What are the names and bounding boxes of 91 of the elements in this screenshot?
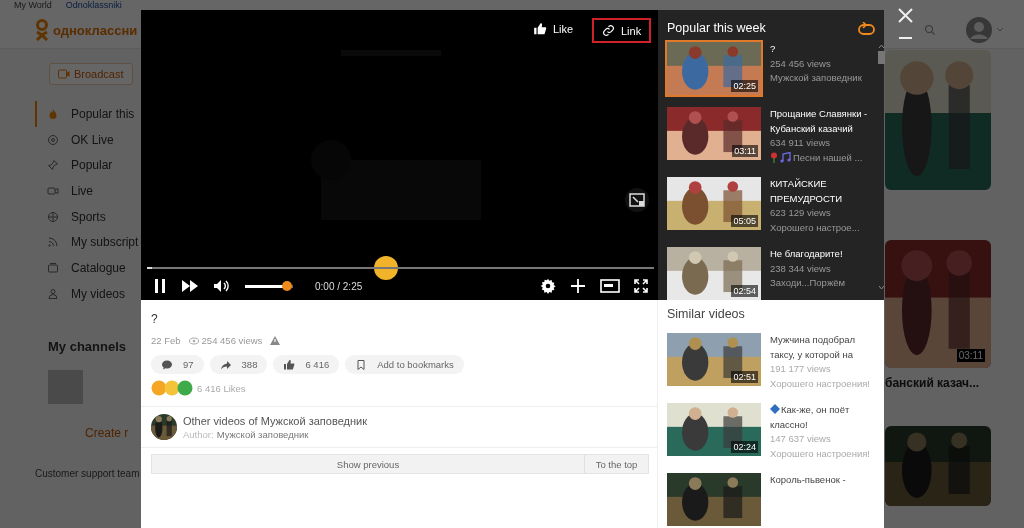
author-name[interactable]: Мужской заповедник — [216, 428, 309, 440]
duration-label: 02:25 — [731, 80, 758, 92]
video-title: ? — [151, 312, 159, 326]
sidebar-item[interactable]: OK Live — [35, 126, 114, 153]
link-button[interactable]: Link — [592, 18, 652, 43]
mini-player-icon[interactable] — [625, 188, 649, 212]
reactions-icon — [151, 380, 193, 396]
duration-label: 02:24 — [731, 441, 758, 453]
live-icon — [47, 133, 59, 146]
share-icon — [219, 358, 232, 371]
video-title[interactable]: Как-же, он поёт классно! — [770, 403, 878, 432]
sidebar-item[interactable]: Catalogue — [35, 255, 126, 281]
pause-button[interactable] — [153, 278, 167, 294]
view-count: 191 177 views — [770, 362, 832, 376]
sidebar-item[interactable]: My subscript — [35, 229, 139, 256]
theater-mode-button[interactable] — [600, 279, 620, 293]
share-button[interactable]: 388 — [209, 355, 268, 374]
flame-icon — [47, 107, 59, 120]
add-button[interactable] — [570, 278, 586, 294]
view-count: 254 456 views — [201, 335, 263, 346]
like-button[interactable]: 6 416 — [273, 355, 340, 374]
bookmark-button[interactable]: Add to bookmarks — [345, 355, 464, 374]
panel-title: Popular this week — [667, 21, 766, 35]
support-link[interactable]: Customer support team — [35, 467, 139, 479]
warning-icon[interactable] — [270, 336, 281, 345]
other-videos-link[interactable]: Other videos of Мужской заповедник — [183, 414, 367, 427]
rose-icon — [770, 152, 778, 164]
logo-icon — [35, 19, 49, 41]
duration-label: 02:51 — [731, 371, 758, 383]
video-title[interactable]: КИТАЙСКИЕ ПРЕМУДРОСТИ — [770, 177, 878, 206]
sidebar-item[interactable]: My videos — [35, 280, 126, 307]
link-icon — [602, 24, 615, 37]
video-thumbnail[interactable]: 03:11 — [665, 105, 763, 162]
view-count: 623 129 views — [770, 206, 832, 220]
video-title[interactable]: банский казач... — [885, 376, 991, 390]
ball-icon — [47, 210, 59, 223]
sidebar-item[interactable]: Popular this — [35, 101, 135, 127]
duration-label: 05:05 — [731, 215, 758, 227]
camera-icon — [47, 184, 59, 197]
time-display: 0:00 / 2:25 — [315, 280, 363, 292]
eye-icon — [188, 336, 199, 345]
music-note-icon — [780, 152, 791, 164]
nav-link[interactable]: Odnoklassniki — [65, 0, 122, 12]
view-count: 634 911 views — [770, 136, 832, 150]
upload-date: 22 Feb — [151, 335, 181, 346]
channel-name[interactable]: Мужской заповедник — [770, 71, 878, 86]
channel-name[interactable]: Песни нашей ... — [793, 150, 863, 165]
duration-label: 03:11 — [732, 145, 758, 157]
duration-label: 02:54 — [731, 285, 758, 297]
sidebar-item[interactable]: Sports — [35, 203, 106, 230]
video-title[interactable]: ? — [770, 42, 878, 57]
user-icon — [47, 287, 59, 300]
channel-name[interactable]: Хорошего настрое... — [770, 220, 878, 235]
diamond-icon — [770, 404, 780, 414]
section-title: My channels — [48, 338, 128, 354]
settings-button[interactable] — [540, 278, 556, 294]
comment-icon — [161, 358, 173, 371]
fast-forward-button[interactable] — [181, 279, 199, 293]
panel-title: Similar videos — [667, 307, 746, 321]
camera-icon — [58, 69, 70, 79]
channel-placeholder — [48, 369, 83, 404]
author-label: Author: — [183, 428, 214, 440]
like-button[interactable]: Like — [531, 20, 576, 38]
show-previous-button[interactable]: Show previous — [152, 455, 584, 473]
video-thumbnail[interactable]: 02:54 — [665, 245, 763, 302]
rss-icon — [47, 236, 59, 249]
view-count: 254 456 views — [770, 56, 832, 71]
folder-icon — [47, 261, 59, 274]
video-title[interactable]: Король-пьвенок - — [770, 473, 878, 488]
sidebar-item[interactable]: Live — [35, 178, 93, 204]
to-top-button[interactable]: To the top — [584, 455, 648, 473]
sidebar-item[interactable]: Popular — [35, 152, 113, 179]
video-title[interactable]: Мужчина подобрал таксу, у которой на — [770, 333, 878, 362]
fullscreen-button[interactable] — [634, 279, 648, 293]
video-thumbnail[interactable]: 05:05 — [665, 175, 763, 232]
repeat-icon[interactable] — [858, 21, 875, 35]
nav-link[interactable]: My World — [14, 0, 52, 12]
scrollbar[interactable] — [878, 42, 885, 292]
thumbs-up-icon — [533, 22, 547, 36]
video-title[interactable]: Не благодарите! — [770, 247, 878, 262]
channel-name[interactable]: Заходи...Поржём — [770, 276, 878, 291]
view-count: 238 344 views — [770, 261, 832, 276]
thumbs-up-icon — [283, 358, 296, 371]
video-title[interactable]: Прощание Славянки - Кубанский казачий — [770, 107, 878, 136]
comment-button[interactable]: 97 — [151, 355, 204, 374]
view-count: 147 637 views — [770, 432, 832, 446]
video-thumbnail[interactable]: 02:25 — [665, 40, 763, 97]
volume-button[interactable] — [213, 279, 229, 293]
bookmark-icon — [355, 358, 368, 371]
duration-label: 03:11 — [956, 349, 985, 362]
logo-text: одноклассни — [53, 22, 138, 38]
